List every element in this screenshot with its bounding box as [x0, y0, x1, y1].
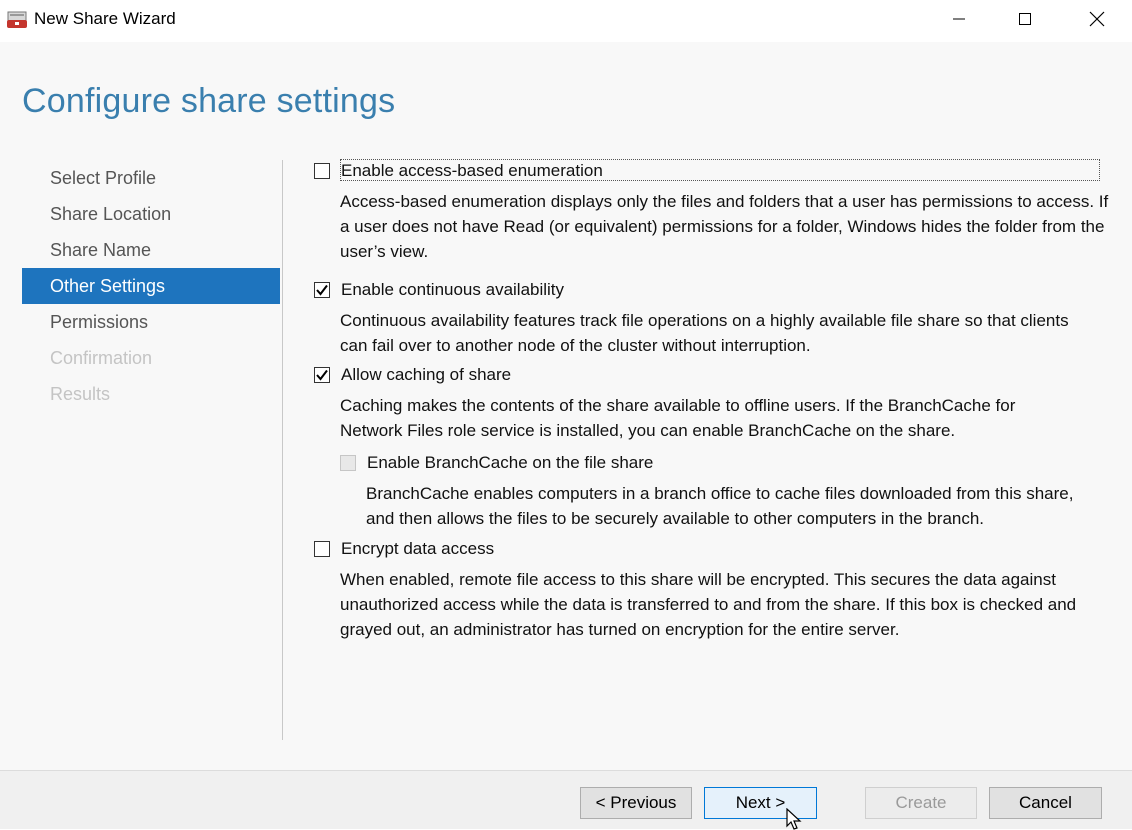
branchcache-label: Enable BranchCache on the file share — [367, 453, 654, 472]
branchcache-checkbox — [340, 455, 356, 471]
abe-checkbox[interactable] — [314, 163, 330, 179]
encrypt-checkbox[interactable] — [314, 541, 330, 557]
nav-item-share-location[interactable]: Share Location — [22, 196, 280, 232]
caching-description: Caching makes the contents of the share … — [340, 396, 1016, 440]
continuous-availability-description: Continuous availability features track f… — [340, 311, 1069, 355]
checkmark-icon — [316, 369, 328, 381]
wizard-footer: < Previous Next > Create Cancel — [0, 770, 1132, 829]
continuous-availability-checkbox[interactable] — [314, 282, 330, 298]
caching-label[interactable]: Allow caching of share — [341, 365, 511, 385]
option-abe: Enable access-based enumeration Access-b… — [314, 159, 1114, 264]
share-wizard-icon — [6, 8, 28, 30]
mouse-cursor-icon — [786, 808, 802, 830]
minimize-button[interactable] — [924, 0, 994, 38]
window-title: New Share Wizard — [34, 9, 176, 28]
nav-item-select-profile[interactable]: Select Profile — [22, 160, 280, 196]
option-caching: Allow caching of share Caching makes the… — [314, 363, 1114, 443]
checkmark-icon — [316, 284, 328, 296]
nav-item-other-settings[interactable]: Other Settings — [22, 268, 280, 304]
abe-description: Access-based enumeration displays only t… — [340, 192, 1109, 261]
nav-item-confirmation: Confirmation — [50, 348, 153, 368]
option-branchcache: Enable BranchCache on the file share Bra… — [340, 451, 1110, 531]
continuous-availability-label[interactable]: Enable continuous availability — [341, 280, 564, 300]
nav-divider — [282, 160, 283, 740]
nav-item-permissions[interactable]: Permissions — [22, 304, 280, 340]
encrypt-description: When enabled, remote file access to this… — [340, 570, 1077, 639]
close-icon — [1089, 11, 1105, 27]
abe-label[interactable]: Enable access-based enumeration — [341, 161, 603, 181]
maximize-icon — [1019, 13, 1031, 25]
option-continuous-availability: Enable continuous availability Continuou… — [314, 278, 1114, 358]
cancel-button[interactable]: Cancel — [989, 787, 1102, 819]
branchcache-description: BranchCache enables computers in a branc… — [366, 484, 1074, 528]
wizard-steps-nav: Select Profile Share Location Share Name… — [22, 160, 280, 412]
nav-item-results: Results — [50, 384, 111, 404]
nav-item-share-name[interactable]: Share Name — [22, 232, 280, 268]
maximize-button[interactable] — [990, 0, 1060, 38]
create-button: Create — [865, 787, 977, 819]
encrypt-label[interactable]: Encrypt data access — [341, 539, 494, 559]
close-button[interactable] — [1062, 0, 1132, 38]
previous-button[interactable]: < Previous — [580, 787, 692, 819]
wizard-content: Configure share settings Select Profile … — [0, 42, 1132, 770]
option-encrypt: Encrypt data access When enabled, remote… — [314, 537, 1114, 642]
title-bar: New Share Wizard — [0, 0, 1132, 42]
caching-checkbox[interactable] — [314, 367, 330, 383]
page-title: Configure share settings — [22, 82, 396, 120]
minimize-icon — [953, 18, 965, 20]
